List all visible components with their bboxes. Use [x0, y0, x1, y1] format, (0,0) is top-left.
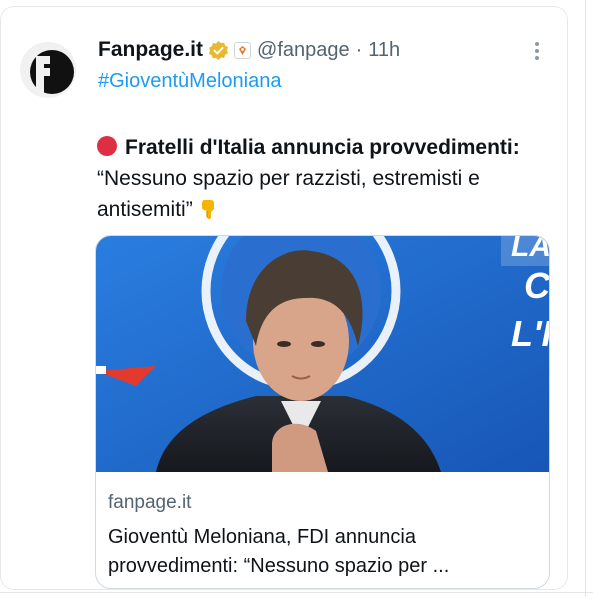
red-circle-icon [97, 136, 117, 156]
more-options-icon[interactable] [530, 40, 544, 62]
card-title[interactable]: Gioventù Meloniana, FDI annuncia provved… [108, 523, 538, 581]
timestamp[interactable]: 11h [368, 39, 400, 62]
tweet-text: Fratelli d'Italia annuncia provvedimenti… [97, 132, 537, 225]
card-domain: fanpage.it [108, 492, 192, 513]
svg-text:C: C [524, 265, 550, 306]
hashtag-link[interactable]: #GioventùMeloniana [98, 70, 281, 93]
article-thumbnail[interactable]: LA C L'I [96, 236, 550, 472]
bottom-divider [0, 592, 593, 593]
separator-dot: · [355, 38, 363, 61]
verified-badge-icon [209, 40, 228, 60]
tweet-header: Fanpage.it @fanpage · 11h [98, 36, 400, 64]
affiliate-badge-icon [234, 41, 252, 59]
display-name[interactable]: Fanpage.it [98, 38, 203, 62]
column-divider [585, 0, 586, 597]
svg-text:LA: LA [511, 236, 550, 263]
hand-pointing-down-icon [201, 200, 214, 219]
svg-text:L'I: L'I [511, 313, 550, 354]
tweet-headline: Fratelli d'Italia annuncia provvedimenti… [125, 136, 520, 159]
link-card[interactable]: LA C L'I fanpage.it Gioventù Meloniana, … [95, 235, 550, 589]
tweet-quote: “Nessuno spazio per razzisti, estremisti… [97, 167, 480, 221]
avatar[interactable] [20, 42, 76, 98]
handle[interactable]: @fanpage [257, 39, 350, 62]
